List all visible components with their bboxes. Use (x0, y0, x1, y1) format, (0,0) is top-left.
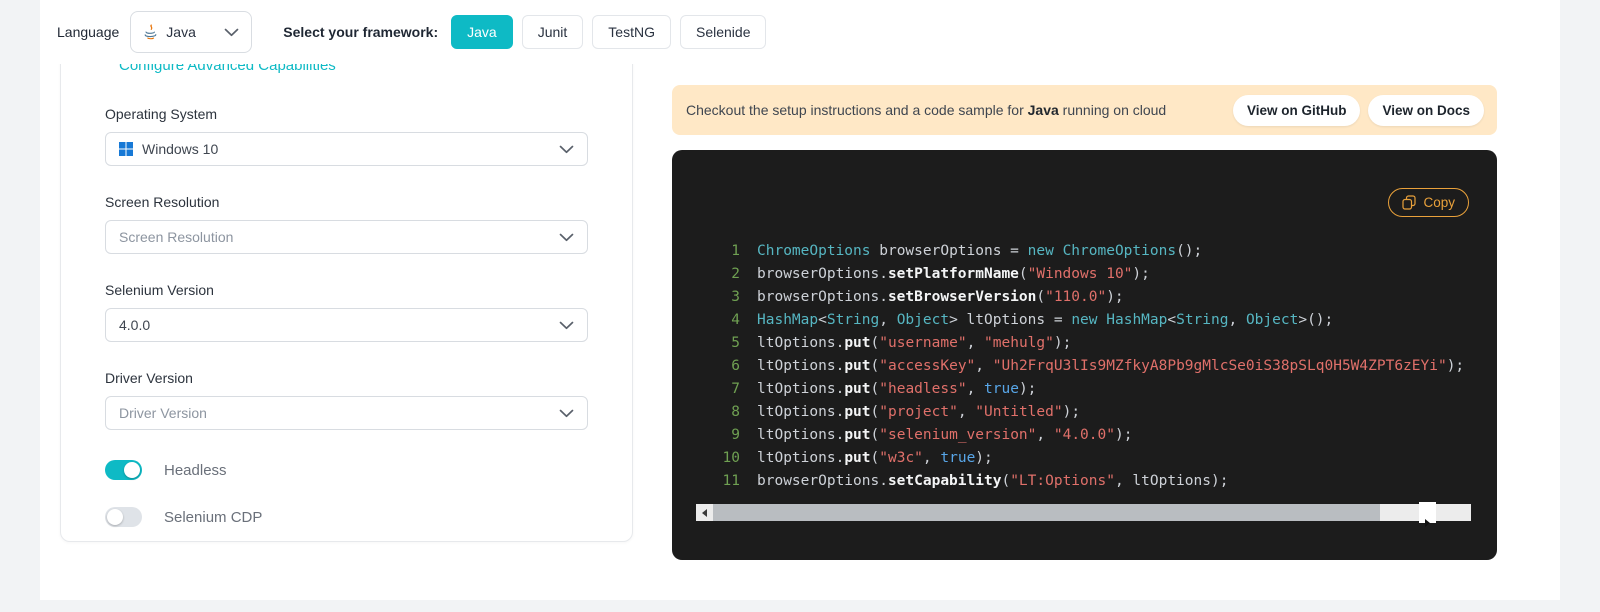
line-content: browserOptions.setPlatformName("Windows … (757, 266, 1150, 282)
windows-icon (119, 142, 133, 156)
main: Configure Advanced Capabilities Operatin… (40, 40, 1560, 560)
code-lines: 1 ChromeOptions browserOptions = new Chro… (672, 240, 1491, 493)
line-content: browserOptions.setCapability("LT:Options… (757, 473, 1229, 489)
framework-button-selenide[interactable]: Selenide (679, 15, 767, 49)
copy-button-label: Copy (1423, 195, 1455, 210)
banner-text: Checkout the setup instructions and a co… (686, 102, 1166, 118)
driver-version-placeholder: Driver Version (119, 405, 207, 421)
driver-version-label: Driver Version (105, 370, 193, 386)
selenium-version-field: Selenium Version 4.0.0 (105, 282, 588, 342)
driver-version-field: Driver Version Driver Version (105, 370, 588, 430)
selenium-cdp-toggle-row: Selenium CDP (105, 507, 588, 527)
code-line: 8 ltOptions.put("project", "Untitled"); (672, 401, 1491, 424)
scroll-left-arrow-icon[interactable] (696, 504, 713, 521)
code-line: 6 ltOptions.put("accessKey", "Uh2FrqU3lIs… (672, 355, 1491, 378)
page: Language Java Select your framework: Jav… (0, 0, 1600, 612)
screen-resolution-placeholder: Screen Resolution (119, 229, 234, 245)
line-content: ltOptions.put("project", "Untitled"); (757, 404, 1081, 420)
code-line: 11 browserOptions.setCapability("LT:Optio… (672, 470, 1491, 493)
line-number: 8 (731, 404, 740, 420)
banner-text-after: running on cloud (1058, 102, 1167, 118)
view-on-docs-button[interactable]: View on Docs (1368, 94, 1484, 126)
screen-resolution-select[interactable]: Screen Resolution (105, 220, 588, 254)
chevron-down-icon (559, 321, 574, 330)
view-on-github-button[interactable]: View on GitHub (1232, 94, 1361, 126)
headless-toggle-row: Headless (105, 460, 588, 480)
headless-label: Headless (164, 461, 227, 479)
line-number: 5 (731, 335, 740, 351)
toggle-knob (124, 462, 140, 478)
framework-button-junit[interactable]: Junit (521, 15, 584, 49)
scrollbar-thumb[interactable] (713, 504, 1380, 521)
line-number: 11 (722, 473, 740, 489)
selenium-cdp-toggle[interactable] (105, 507, 142, 527)
line-number: 1 (731, 243, 740, 259)
headless-toggle[interactable] (105, 460, 142, 480)
code-line: 4 HashMap<String, Object> ltOptions = new… (672, 309, 1491, 332)
framework-button-java[interactable]: Java (451, 15, 513, 49)
operating-system-selected: Windows 10 (119, 141, 218, 157)
capabilities-panel: Configure Advanced Capabilities Operatin… (60, 40, 633, 542)
banner-actions: View on GitHub View on Docs (1232, 94, 1484, 126)
line-content: browserOptions.setBrowserVersion("110.0"… (757, 289, 1124, 305)
line-number: 2 (731, 266, 740, 282)
language-value: Java (166, 24, 196, 40)
line-content: ltOptions.put("username", "mehulg"); (757, 335, 1072, 351)
operating-system-select[interactable]: Windows 10 (105, 132, 588, 166)
screen-resolution-label: Screen Resolution (105, 194, 220, 210)
code-line: 9 ltOptions.put("selenium_version", "4.0.… (672, 424, 1491, 447)
selenium-version-label: Selenium Version (105, 282, 214, 298)
code-line: 10 ltOptions.put("w3c", true); (672, 447, 1491, 470)
chevron-down-icon (559, 233, 574, 242)
operating-system-field: Operating System Windows 10 (105, 106, 588, 166)
line-number: 7 (731, 381, 740, 397)
line-content: ltOptions.put("accessKey", "Uh2FrqU3lIs9… (757, 358, 1465, 374)
chevron-down-icon (224, 28, 239, 37)
banner-text-before: Checkout the setup instructions and a co… (686, 102, 1028, 118)
line-number: 3 (731, 289, 740, 305)
framework-button-testng[interactable]: TestNG (592, 15, 671, 49)
selenium-version-value: 4.0.0 (119, 317, 151, 333)
selenium-cdp-label: Selenium CDP (164, 508, 263, 526)
content-surface: Language Java Select your framework: Jav… (40, 0, 1560, 600)
screen-resolution-field: Screen Resolution Screen Resolution (105, 194, 588, 254)
code-block: Copy 1 ChromeOptions browserOptions = new… (672, 150, 1497, 560)
code-line: 7 ltOptions.put("headless", true); (672, 378, 1491, 401)
line-content: ltOptions.put("selenium_version", "4.0.0… (757, 427, 1133, 443)
copy-button[interactable]: Copy (1388, 188, 1469, 217)
chevron-down-icon (559, 409, 574, 418)
chevron-down-icon (559, 145, 574, 154)
code-line: 3 browserOptions.setBrowserVersion("110.0… (672, 286, 1491, 309)
right-panel: Checkout the setup instructions and a co… (672, 64, 1497, 560)
line-content: ltOptions.put("headless", true); (757, 381, 1037, 397)
code-line: 1 ChromeOptions browserOptions = new Chro… (672, 240, 1491, 263)
framework-label: Select your framework: (283, 24, 439, 40)
java-icon (143, 23, 158, 41)
line-content: ChromeOptions browserOptions = new Chrom… (757, 243, 1203, 259)
code-line: 5 ltOptions.put("username", "mehulg"); (672, 332, 1491, 355)
language-label: Language (57, 24, 120, 40)
line-content: ltOptions.put("w3c", true); (757, 450, 993, 466)
driver-version-select[interactable]: Driver Version (105, 396, 588, 430)
line-number: 10 (722, 450, 740, 466)
language-select[interactable]: Java (130, 11, 253, 53)
operating-system-value: Windows 10 (142, 141, 219, 157)
line-content: HashMap<String, Object> ltOptions = new … (757, 312, 1334, 328)
line-number: 9 (731, 427, 740, 443)
operating-system-label: Operating System (105, 106, 218, 122)
line-number: 6 (731, 358, 740, 374)
horizontal-scrollbar[interactable] (696, 502, 1471, 527)
scroll-right-arrow-icon[interactable] (1418, 502, 1436, 527)
banner-text-language: Java (1027, 102, 1059, 118)
setup-banner: Checkout the setup instructions and a co… (672, 85, 1497, 135)
selenium-version-select[interactable]: 4.0.0 (105, 308, 588, 342)
copy-icon (1402, 195, 1417, 210)
toggle-knob (107, 509, 123, 525)
code-line: 2 browserOptions.setPlatformName("Windows… (672, 263, 1491, 286)
topbar: Language Java Select your framework: Jav… (40, 0, 1560, 64)
line-number: 4 (731, 312, 740, 328)
